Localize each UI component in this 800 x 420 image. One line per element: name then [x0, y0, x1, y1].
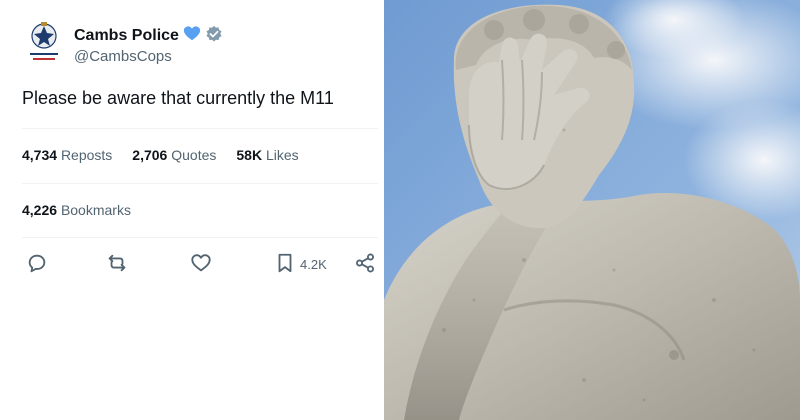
police-crest-avatar[interactable] [24, 20, 64, 66]
share-icon [354, 252, 376, 277]
bookmark-icon [274, 252, 296, 277]
facepalm-statue-photo [384, 0, 800, 420]
tweet-text: Please be aware that currently the M11 [22, 88, 334, 108]
repost-button[interactable] [106, 250, 128, 278]
blue-heart-icon [183, 25, 201, 48]
action-bar: 4.2K [22, 250, 382, 278]
divider [22, 128, 378, 129]
reply-button[interactable] [26, 250, 48, 278]
quotes-label: Quotes [171, 147, 217, 163]
user-handle[interactable]: @CambsCops [74, 47, 172, 67]
repost-icon [106, 252, 128, 277]
author-name-row: Cambs Police [74, 25, 223, 48]
bookmarks-count: 4,226 [22, 202, 58, 218]
like-button[interactable] [190, 250, 212, 278]
likes-stat[interactable]: 58K Likes [236, 146, 298, 164]
divider [22, 183, 378, 184]
tweet-card: Cambs Police @CambsCops Please be aware … [0, 0, 384, 420]
reposts-count: 4,734 [22, 147, 58, 163]
reply-icon [26, 252, 48, 277]
likes-count: 58K [236, 147, 263, 163]
share-button[interactable] [354, 250, 376, 278]
reposts-stat[interactable]: 4,734 Reposts [22, 146, 112, 164]
reposts-label: Reposts [60, 147, 113, 163]
bookmarks-label: Bookmarks [60, 202, 131, 218]
divider [22, 237, 378, 238]
bookmark-count: 4.2K [300, 256, 327, 272]
heart-icon [190, 252, 212, 277]
verified-badge-icon [205, 25, 223, 48]
quotes-stat[interactable]: 2,706 Quotes [132, 146, 216, 164]
engagement-stats: 4,734 Reposts 2,706 Quotes 58K Likes [22, 146, 299, 164]
bookmark-button[interactable]: 4.2K [274, 250, 327, 278]
display-name[interactable]: Cambs Police [74, 26, 179, 46]
quotes-count: 2,706 [132, 147, 168, 163]
bookmarks-stat[interactable]: 4,226 Bookmarks [22, 201, 131, 219]
likes-label: Likes [265, 147, 299, 163]
